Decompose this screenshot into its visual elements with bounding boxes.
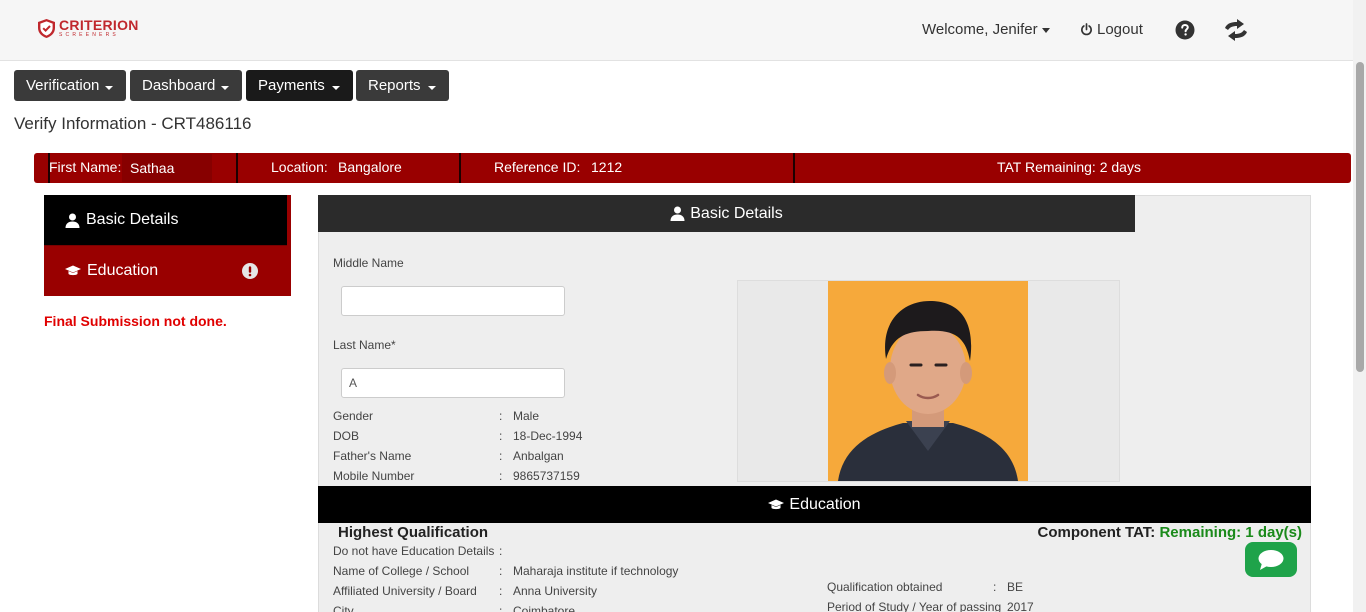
divider	[236, 153, 238, 183]
component-tat: Component TAT: Remaining: 1 day(s)	[1038, 524, 1302, 541]
graduation-cap-icon	[768, 499, 785, 509]
city-value: Coimbatore	[513, 604, 576, 612]
no-education-label: Do not have Education Details	[333, 544, 495, 558]
gender-value: Male	[513, 409, 540, 423]
tab-label: Education	[87, 261, 159, 279]
final-submission-warning: Final Submission not done.	[44, 313, 227, 329]
college-name-label: Name of College / School	[333, 564, 470, 578]
colon: :	[499, 429, 503, 443]
fathers-name-value: Anbalgan	[513, 449, 564, 463]
tab-label: Basic Details	[86, 211, 179, 228]
period-of-study-label: Period of Study / Year of passing	[827, 600, 1002, 612]
basic-details-heading: Basic Details	[318, 195, 1135, 232]
nav-reports[interactable]: Reports	[356, 70, 449, 101]
dob-label: DOB	[333, 429, 360, 443]
shield-check-icon	[38, 18, 55, 38]
colon: :	[499, 409, 503, 423]
caret-down-icon	[332, 86, 340, 90]
mobile-number-label: Mobile Number	[333, 469, 415, 483]
nav-label: Reports	[368, 77, 421, 94]
side-tabs: Basic Details Education	[44, 195, 291, 296]
education-heading: Education	[318, 486, 1311, 523]
tab-basic-details[interactable]: Basic Details	[44, 195, 287, 245]
last-name-label: Last Name*	[333, 338, 396, 352]
logo-subtext: SCREENERS	[59, 32, 119, 38]
caret-down-icon	[221, 86, 229, 90]
nav-verification[interactable]: Verification	[14, 70, 126, 101]
nav-label: Payments	[258, 77, 325, 94]
graduation-cap-icon	[65, 265, 81, 275]
welcome-user-dropdown[interactable]: Welcome, Jenifer	[922, 21, 1050, 38]
colon: :	[499, 469, 503, 483]
colon: :	[499, 604, 503, 612]
city-label: City	[333, 604, 354, 612]
middle-name-label: Middle Name	[333, 256, 404, 270]
highest-qualification-title: Highest Qualification	[338, 524, 489, 541]
colon: :	[993, 580, 997, 594]
chat-bubble-icon	[1258, 549, 1284, 570]
last-name-input[interactable]	[341, 368, 565, 398]
question-circle-icon[interactable]	[1175, 20, 1195, 40]
welcome-text: Welcome, Jenifer	[922, 21, 1038, 38]
fathers-name-label: Father's Name	[333, 449, 412, 463]
college-name-value: Maharaja institute if technology	[513, 564, 679, 578]
top-header: CRITERION SCREENERS Welcome, Jenifer Log…	[0, 0, 1366, 61]
colon: :	[499, 544, 503, 558]
divider	[793, 153, 795, 183]
scrollbar-thumb[interactable]	[1356, 62, 1364, 372]
qualification-value: BE	[1007, 580, 1024, 594]
exclamation-circle-icon	[242, 263, 258, 279]
mobile-number-value: 9865737159	[513, 469, 580, 483]
nav-payments[interactable]: Payments	[246, 70, 353, 101]
user-icon	[670, 206, 685, 221]
component-tat-value: Remaining: 1 day(s)	[1159, 524, 1302, 541]
first-name-value: Sathaa	[122, 154, 212, 182]
colon: :	[499, 584, 503, 598]
swap-arrows-icon[interactable]	[1223, 19, 1249, 41]
divider	[459, 153, 461, 183]
caret-down-icon	[1041, 27, 1050, 33]
chat-button[interactable]	[1245, 542, 1297, 577]
first-name-label: First Name:	[49, 159, 122, 175]
logout-label: Logout	[1097, 21, 1143, 38]
reference-id-label: Reference ID:	[494, 159, 581, 175]
heading-text: Education	[789, 495, 861, 513]
logo-text: CRITERION	[59, 17, 139, 33]
tab-education[interactable]: Education	[44, 245, 287, 295]
caret-down-icon	[105, 86, 113, 90]
colon: :	[499, 449, 503, 463]
criterion-logo[interactable]: CRITERION SCREENERS	[38, 18, 139, 38]
nav-dashboard[interactable]: Dashboard	[130, 70, 242, 101]
reference-id-value: 1212	[591, 159, 623, 175]
caret-down-icon	[428, 86, 436, 90]
person-portrait-icon	[828, 281, 1028, 481]
component-tat-label: Component TAT:	[1037, 524, 1156, 541]
heading-text: Basic Details	[690, 204, 783, 222]
candidate-photo	[828, 281, 1028, 481]
location-label: Location:	[271, 159, 328, 175]
page-title: Verify Information - CRT486116	[14, 114, 252, 133]
logout-button[interactable]: Logout	[1080, 21, 1143, 38]
user-icon	[65, 213, 80, 228]
location-value: Bangalore	[338, 159, 402, 175]
university-label: Affiliated University / Board	[333, 584, 477, 598]
nav-label: Dashboard	[142, 77, 216, 94]
middle-name-input[interactable]	[341, 286, 565, 316]
gender-label: Gender	[333, 409, 374, 423]
dob-value: 18-Dec-1994	[513, 429, 583, 443]
nav-label: Verification	[26, 77, 100, 94]
period-of-study-value: 2017	[1007, 600, 1034, 612]
university-value: Anna University	[513, 584, 598, 598]
divider	[48, 153, 50, 183]
colon: :	[499, 564, 503, 578]
power-icon	[1081, 23, 1092, 36]
tat-remaining: TAT Remaining: 2 days	[997, 159, 1141, 175]
qualification-label: Qualification obtained	[827, 580, 943, 594]
candidate-info-bar: First Name: Sathaa Location: Bangalore R…	[34, 153, 1351, 183]
